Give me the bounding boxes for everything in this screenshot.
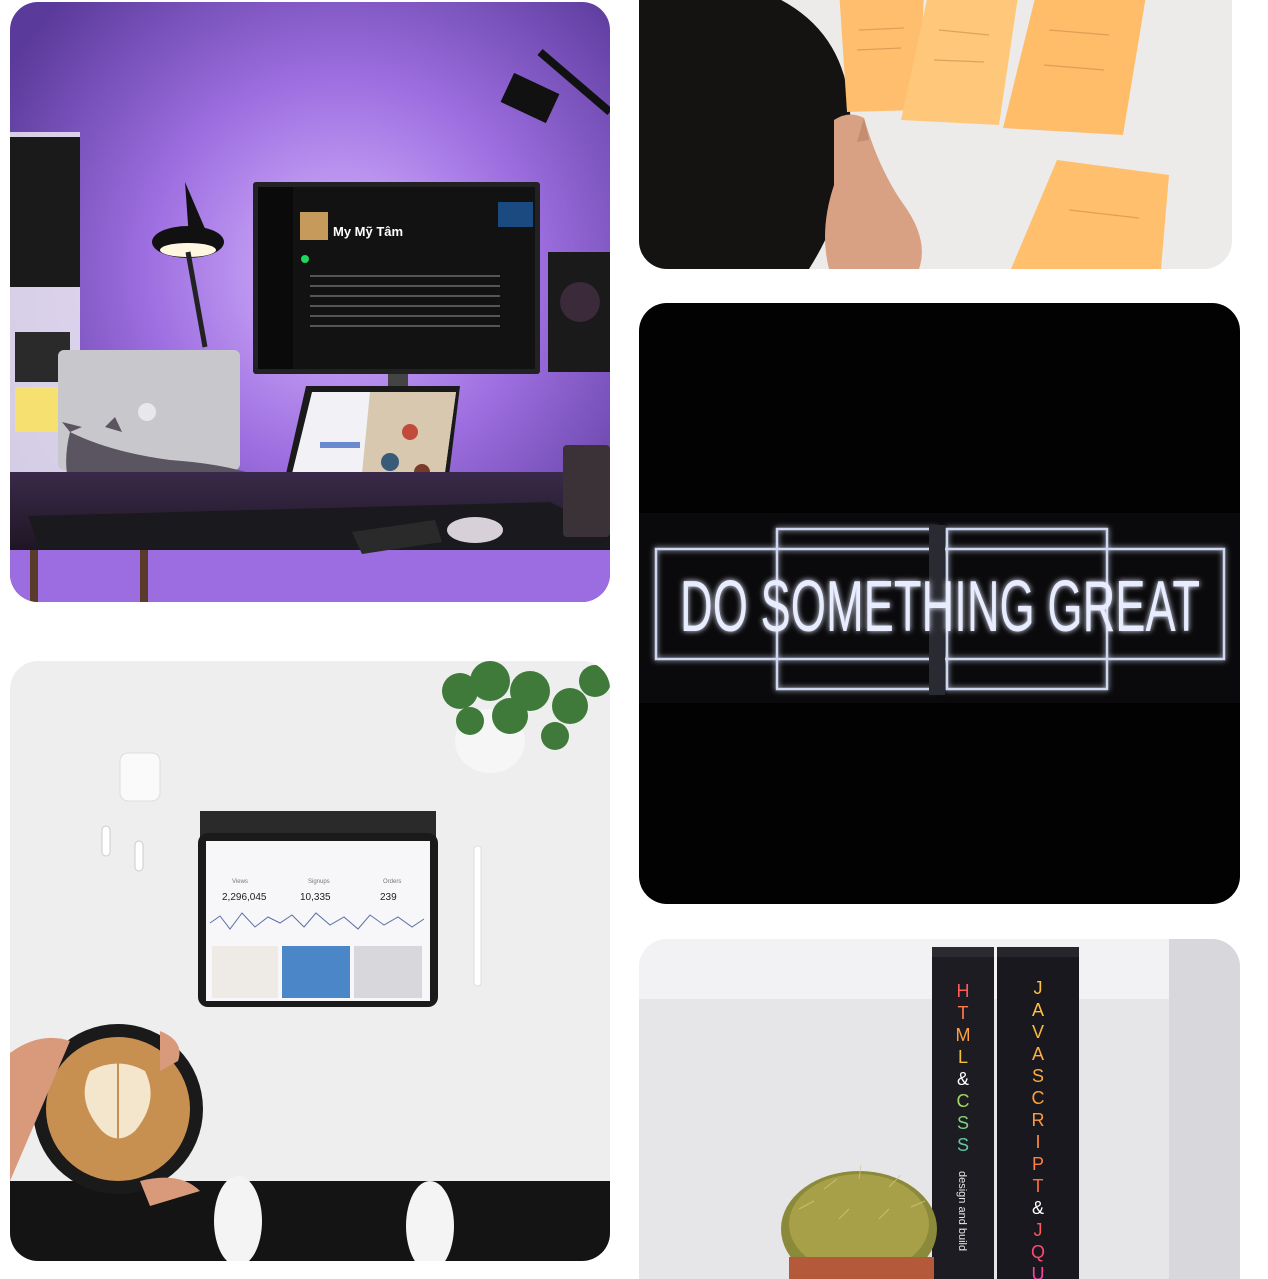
book2-letter-6: R [1032,1110,1045,1130]
book2-letter-7: I [1035,1132,1040,1152]
books-cactus-image: H T M L & C S S J A V A S C R I P T & J … [639,939,1240,1279]
book2-letter-3: A [1032,1044,1044,1064]
books-cactus-photo[interactable]: H T M L & C S S J A V A S C R I P T & J … [639,939,1240,1279]
flatlay-tablet-image: Views 2,296,045 Signups 10,335 Orders 23… [10,661,610,1261]
book1-letter-2: M [956,1025,971,1045]
book2-letter-8: P [1032,1154,1044,1174]
stat-label-1: Signups [308,879,330,885]
book2-letter-4: S [1032,1066,1044,1086]
book1-letter-6: S [957,1113,969,1133]
book1-letter-4: & [957,1069,969,1089]
book1-letter-0: H [957,981,970,1001]
monitor-title: My Mỹ Tâm [333,224,403,239]
book2-letter-11: J [1034,1220,1043,1240]
stat-value-0: 2,296,045 [222,892,267,903]
book1-letter-3: L [958,1047,968,1067]
stat-label-0: Views [232,879,248,885]
book1-subtitle: design and build [956,1171,968,1251]
desk-setup-image: My Mỹ Tâm [10,2,610,602]
book2-letter-10: & [1032,1198,1044,1218]
neon-sign-photo[interactable]: DO SOMETHING GREAT [639,303,1240,904]
book1-letter-5: C [957,1091,970,1111]
book2-letter-5: C [1032,1088,1045,1108]
stat-value-2: 239 [380,892,397,903]
book2-letter-13: U [1032,1264,1045,1279]
neon-sign-text: DO SOMETHING GREAT [680,567,1200,647]
neon-sign-image: DO SOMETHING GREAT [639,303,1240,904]
book2-letter-0: J [1034,978,1043,998]
book2-letter-12: Q [1031,1242,1045,1262]
book2-letter-2: V [1032,1022,1044,1042]
book1-letter-7: S [957,1135,969,1155]
sticky-notes-photo[interactable] [639,0,1232,269]
book2-letter-1: A [1032,1000,1044,1020]
desk-setup-photo[interactable]: My Mỹ Tâm [10,2,610,602]
book1-letter-1: T [958,1003,969,1023]
sticky-notes-image [639,0,1232,269]
flatlay-tablet-photo[interactable]: Views 2,296,045 Signups 10,335 Orders 23… [10,661,610,1261]
book2-letter-9: T [1033,1176,1044,1196]
stat-value-1: 10,335 [300,892,331,903]
stat-label-2: Orders [383,879,401,885]
